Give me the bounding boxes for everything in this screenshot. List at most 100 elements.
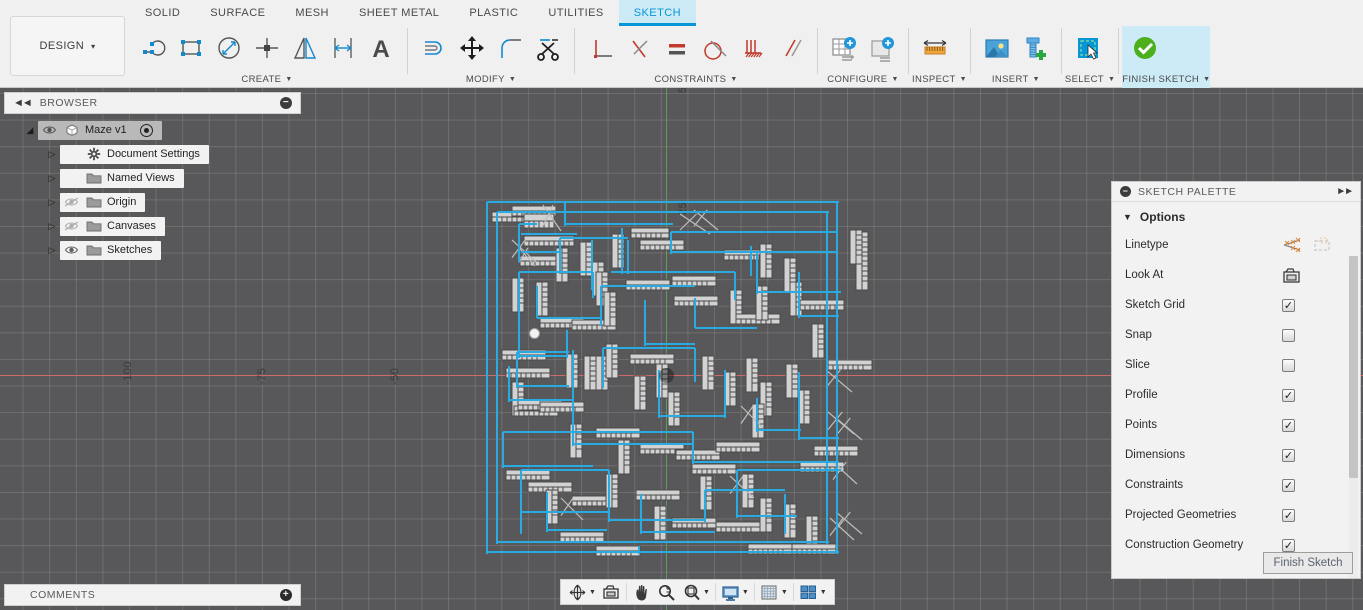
insert-image-icon[interactable] bbox=[978, 27, 1016, 69]
expand-triangle-icon[interactable]: ▷ bbox=[44, 245, 60, 256]
checkbox-projected-geometries[interactable]: ✓ bbox=[1282, 508, 1295, 522]
tab-solid[interactable]: SOLID bbox=[130, 0, 195, 26]
checkbox-snap[interactable] bbox=[1282, 328, 1295, 342]
browser-item-pill[interactable]: Maze v1 bbox=[38, 120, 162, 140]
tab-surface[interactable]: SURFACE bbox=[195, 0, 280, 26]
checkbox-constraints[interactable]: ✓ bbox=[1282, 478, 1295, 492]
checkbox-construction-geometry[interactable]: ✓ bbox=[1282, 538, 1295, 552]
visibility-eye-icon[interactable] bbox=[63, 243, 80, 258]
visibility-eye-icon[interactable] bbox=[41, 123, 58, 138]
browser-item-pill[interactable]: Named Views bbox=[60, 168, 184, 188]
fix-constraint-icon[interactable] bbox=[734, 27, 772, 69]
browser-item-pill[interactable]: Origin bbox=[60, 192, 146, 212]
equal-constraint-icon[interactable] bbox=[658, 27, 696, 69]
browser-item-pill[interactable]: Canvases bbox=[60, 216, 165, 236]
ribbon-group-label[interactable]: SELECT ▼ bbox=[1065, 70, 1115, 88]
checkbox-slice[interactable] bbox=[1282, 358, 1295, 372]
viewports-icon[interactable]: ▼ bbox=[796, 581, 830, 603]
look-at-camera-icon[interactable] bbox=[1282, 266, 1302, 284]
move-copy-icon[interactable] bbox=[453, 27, 491, 69]
trim-scissors-icon[interactable] bbox=[529, 27, 567, 69]
fillet-icon[interactable] bbox=[491, 27, 529, 69]
point-icon[interactable] bbox=[248, 27, 286, 69]
visibility-eye-icon[interactable] bbox=[63, 219, 80, 234]
palette-option-row: Profile ✓ bbox=[1112, 380, 1360, 410]
circle-diameter-icon[interactable] bbox=[210, 27, 248, 69]
pan-hand-icon[interactable] bbox=[629, 581, 654, 603]
checkbox-points[interactable]: ✓ bbox=[1282, 418, 1295, 432]
offset-icon[interactable] bbox=[415, 27, 453, 69]
expand-triangle-icon[interactable]: ▷ bbox=[44, 197, 60, 208]
checkbox-profile[interactable]: ✓ bbox=[1282, 388, 1295, 402]
sketch-palette-header[interactable]: − SKETCH PALETTE ►► bbox=[1112, 182, 1360, 202]
linetype-centerline-icon[interactable] bbox=[1312, 236, 1332, 254]
tab-plastic[interactable]: PLASTIC bbox=[454, 0, 533, 26]
plus-circle-icon[interactable]: + bbox=[280, 589, 292, 601]
expand-triangle-icon[interactable]: ▷ bbox=[44, 149, 60, 160]
tab-sheet-metal[interactable]: SHEET METAL bbox=[344, 0, 454, 26]
dimension-icon[interactable] bbox=[324, 27, 362, 69]
tangent-constraint-icon[interactable] bbox=[696, 27, 734, 69]
chevron-down-icon: ▼ bbox=[780, 588, 788, 596]
browser-item-pill[interactable]: Document Settings bbox=[60, 144, 209, 164]
grid-settings-icon[interactable]: ▼ bbox=[757, 581, 791, 603]
browser-panel-header[interactable]: ◄◄ BROWSER − bbox=[4, 92, 301, 114]
coincident-constraint-icon[interactable] bbox=[620, 27, 658, 69]
visibility-eye-icon[interactable] bbox=[63, 171, 80, 186]
tab-utilities[interactable]: UTILITIES bbox=[533, 0, 618, 26]
browser-tree-item[interactable]: ▷ Named Views bbox=[4, 166, 304, 190]
ribbon-group-label[interactable]: MODIFY ▼ bbox=[411, 70, 571, 88]
tab-sketch[interactable]: SKETCH bbox=[618, 0, 697, 26]
mirror-icon[interactable] bbox=[286, 27, 324, 69]
expand-right-icon[interactable]: ►► bbox=[1336, 186, 1354, 197]
configure-part-icon[interactable] bbox=[863, 27, 901, 69]
browser-tree-item[interactable]: ▷ Sketches bbox=[4, 238, 304, 262]
sketch-selected-point[interactable] bbox=[529, 328, 540, 339]
parallel-constraint-icon[interactable] bbox=[772, 27, 810, 69]
linetype-construction-icon[interactable] bbox=[1282, 236, 1302, 254]
browser-tree-item[interactable]: ▷ Origin bbox=[4, 190, 304, 214]
rectangle-icon[interactable] bbox=[172, 27, 210, 69]
measure-icon[interactable] bbox=[916, 27, 954, 69]
perpendicular-constraint-icon[interactable] bbox=[582, 27, 620, 69]
browser-item-pill[interactable]: Sketches bbox=[60, 240, 162, 260]
collapse-triangle-icon[interactable]: ◢ bbox=[22, 125, 38, 136]
collapse-left-icon[interactable]: ◄◄ bbox=[13, 97, 33, 109]
ribbon-group-label[interactable]: CREATE ▼ bbox=[130, 70, 404, 88]
expand-triangle-icon[interactable]: ▷ bbox=[44, 173, 60, 184]
ribbon-group-label[interactable]: FINISH SKETCH ▼ bbox=[1122, 70, 1210, 88]
zoom-window-icon[interactable]: ▼ bbox=[679, 581, 713, 603]
browser-tree-item[interactable]: ▷ Canvases bbox=[4, 214, 304, 238]
insert-mcmaster-icon[interactable] bbox=[1016, 27, 1054, 69]
palette-option-label: Linetype bbox=[1125, 239, 1169, 251]
arc-icon[interactable] bbox=[134, 27, 172, 69]
finish-sketch-button[interactable]: Finish Sketch bbox=[1263, 552, 1353, 574]
display-settings-icon[interactable]: ▼ bbox=[718, 581, 752, 603]
zoom-icon[interactable] bbox=[654, 581, 679, 603]
ribbon-group-label[interactable]: CONFIGURE ▼ bbox=[821, 70, 905, 88]
text-icon[interactable]: A bbox=[362, 27, 400, 69]
workspace-switcher[interactable]: DESIGN ▾ bbox=[10, 16, 125, 76]
checkbox-sketch-grid[interactable]: ✓ bbox=[1282, 298, 1295, 312]
activate-component-radio[interactable] bbox=[139, 123, 153, 137]
select-window-icon[interactable] bbox=[1069, 27, 1107, 69]
minus-circle-icon[interactable]: − bbox=[280, 97, 292, 109]
orbit-icon[interactable]: ▼ bbox=[565, 581, 599, 603]
minus-circle-icon[interactable]: − bbox=[1120, 186, 1131, 197]
expand-triangle-icon[interactable]: ▷ bbox=[44, 221, 60, 232]
options-section-header[interactable]: ▼ Options bbox=[1112, 202, 1360, 230]
comments-panel-header[interactable]: COMMENTS + bbox=[4, 584, 301, 606]
ribbon-group-label[interactable]: INSPECT ▼ bbox=[912, 70, 967, 88]
finish-sketch-check-icon[interactable] bbox=[1126, 27, 1164, 69]
tab-mesh[interactable]: MESH bbox=[280, 0, 344, 26]
browser-tree-item[interactable]: ◢ Maze v1 bbox=[4, 118, 304, 142]
ribbon-group-label[interactable]: INSERT ▼ bbox=[974, 70, 1058, 88]
configure-table-icon[interactable] bbox=[825, 27, 863, 69]
ribbon-group-label[interactable]: CONSTRAINTS ▼ bbox=[578, 70, 814, 88]
look-at-icon[interactable] bbox=[599, 581, 624, 603]
visibility-eye-icon[interactable] bbox=[63, 195, 80, 210]
visibility-eye-icon[interactable] bbox=[63, 147, 80, 162]
browser-tree-item[interactable]: ▷ Document Settings bbox=[4, 142, 304, 166]
checkbox-dimensions[interactable]: ✓ bbox=[1282, 448, 1295, 462]
palette-scrollbar-thumb[interactable] bbox=[1349, 256, 1358, 478]
